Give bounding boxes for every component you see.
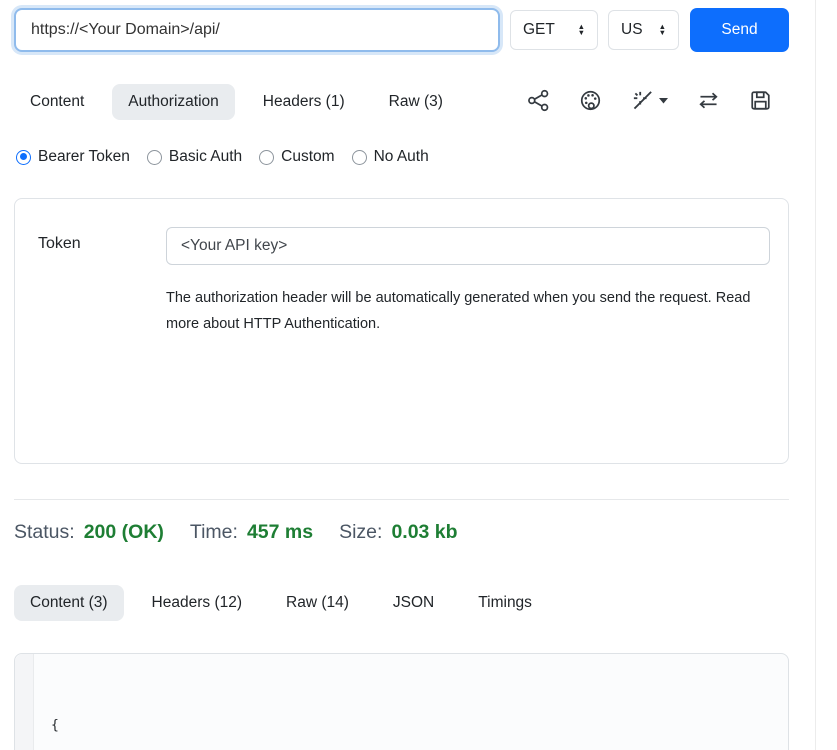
- response-status-row: Status: 200 (OK) Time: 457 ms Size: 0.03…: [14, 521, 458, 544]
- token-label: Token: [38, 235, 81, 253]
- token-help-text: The authorization header will be automat…: [166, 285, 758, 337]
- tab-resp-content[interactable]: Content (3): [14, 585, 124, 621]
- token-input[interactable]: [166, 227, 770, 265]
- magic-wand-dropdown-icon[interactable]: [631, 89, 668, 112]
- status-value: 200 (OK): [84, 521, 164, 544]
- radio-no-auth[interactable]: No Auth: [352, 148, 429, 166]
- request-toolbar: [527, 89, 772, 112]
- radio-icon: [16, 150, 31, 165]
- caret-down-icon: [659, 98, 668, 104]
- tab-raw[interactable]: Raw (3): [373, 84, 459, 120]
- tab-authorization[interactable]: Authorization: [112, 84, 234, 120]
- region-select[interactable]: US ▲▼: [608, 10, 679, 50]
- scrollbar-track[interactable]: [815, 0, 816, 750]
- radio-label: No Auth: [374, 148, 429, 166]
- radio-label: Custom: [281, 148, 334, 166]
- status-pair: Status: 200 (OK): [14, 521, 164, 544]
- radio-label: Bearer Token: [38, 148, 130, 166]
- save-icon[interactable]: [749, 89, 772, 112]
- swap-arrows-icon[interactable]: [697, 89, 720, 112]
- request-tabs: Content Authorization Headers (1) Raw (3…: [14, 84, 471, 120]
- send-button[interactable]: Send: [690, 8, 789, 52]
- json-brace-open: {: [51, 718, 59, 733]
- size-label: Size:: [339, 521, 382, 544]
- select-updown-icon: ▲▼: [659, 24, 666, 36]
- response-body-panel: { "message": "API running." }: [14, 653, 789, 750]
- status-label: Status:: [14, 521, 75, 544]
- tab-content[interactable]: Content: [14, 84, 100, 120]
- method-select-value: GET: [523, 21, 555, 39]
- tab-resp-headers[interactable]: Headers (12): [136, 585, 258, 621]
- radio-custom[interactable]: Custom: [259, 148, 334, 166]
- size-value: 0.03 kb: [391, 521, 457, 544]
- api-client-page: GET ▲▼ US ▲▼ Send Content Authorization …: [0, 0, 837, 750]
- share-icon[interactable]: [527, 89, 550, 112]
- region-select-value: US: [621, 21, 643, 39]
- radio-icon: [352, 150, 367, 165]
- tab-headers[interactable]: Headers (1): [247, 84, 361, 120]
- radio-icon: [147, 150, 162, 165]
- url-input[interactable]: [14, 8, 500, 52]
- tab-resp-timings[interactable]: Timings: [462, 585, 548, 621]
- tab-resp-json[interactable]: JSON: [377, 585, 450, 621]
- time-pair: Time: 457 ms: [190, 521, 313, 544]
- auth-type-options: Bearer Token Basic Auth Custom No Auth: [16, 148, 429, 166]
- code-gutter: [15, 654, 34, 750]
- time-label: Time:: [190, 521, 238, 544]
- size-pair: Size: 0.03 kb: [339, 521, 458, 544]
- response-tabs: Content (3) Headers (12) Raw (14) JSON T…: [14, 585, 560, 621]
- response-json-code: { "message": "API running." }: [35, 654, 788, 750]
- token-panel: Token The authorization header will be a…: [14, 198, 789, 464]
- radio-bearer-token[interactable]: Bearer Token: [16, 148, 130, 166]
- time-value: 457 ms: [247, 521, 313, 544]
- method-select[interactable]: GET ▲▼: [510, 10, 598, 50]
- radio-basic-auth[interactable]: Basic Auth: [147, 148, 242, 166]
- select-updown-icon: ▲▼: [578, 24, 585, 36]
- palette-icon[interactable]: [579, 89, 602, 112]
- tab-resp-raw[interactable]: Raw (14): [270, 585, 365, 621]
- radio-icon: [259, 150, 274, 165]
- section-divider: [14, 499, 789, 500]
- radio-label: Basic Auth: [169, 148, 242, 166]
